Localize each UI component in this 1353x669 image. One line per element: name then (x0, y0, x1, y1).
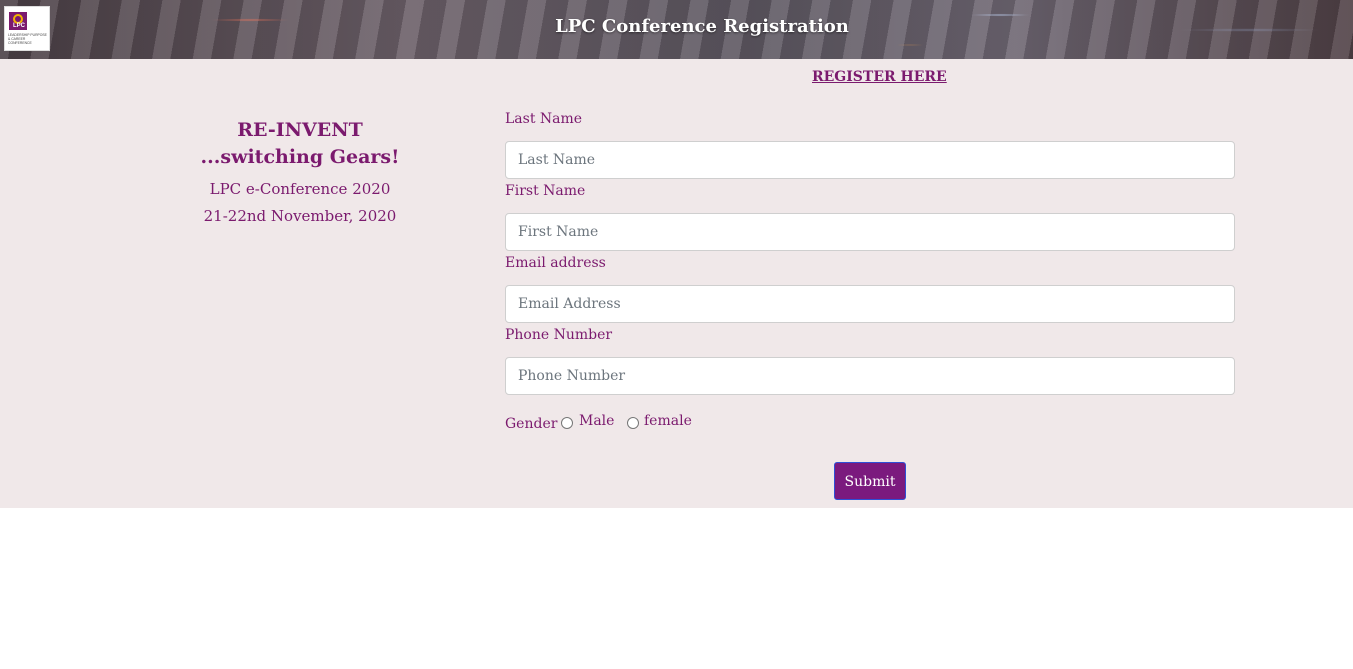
phone-label: Phone Number (505, 327, 613, 343)
last-name-label: Last Name (505, 111, 583, 127)
phone-input[interactable] (505, 357, 1235, 395)
last-name-input[interactable] (505, 141, 1235, 179)
email-label: Email address (505, 255, 606, 271)
header-banner: LPC Leadership Purpose & Career Conferen… (0, 0, 1353, 59)
event-heading-line1: RE-INVENT (237, 119, 363, 141)
submit-button[interactable]: Submit (834, 462, 906, 500)
first-name-label: First Name (505, 183, 586, 199)
gender-label: Gender (505, 416, 558, 432)
email-input[interactable] (505, 285, 1235, 323)
gender-female-radio[interactable] (627, 417, 639, 429)
first-name-input[interactable] (505, 213, 1235, 251)
gender-female-label[interactable]: female (644, 413, 692, 429)
page-title: LPC Conference Registration (555, 16, 849, 37)
event-heading-line2: ...switching Gears! (200, 146, 400, 168)
event-info: RE-INVENT ...switching Gears! LPC e-Conf… (200, 117, 400, 230)
gender-male-radio[interactable] (561, 417, 573, 429)
gender-male-label[interactable]: Male (579, 413, 614, 429)
event-name: LPC e-Conference 2020 (209, 180, 391, 198)
register-here-link[interactable]: REGISTER HERE (812, 69, 947, 85)
event-dates: 21-22nd November, 2020 (203, 207, 397, 225)
main-content: REGISTER HERE RE-INVENT ...switching Gea… (0, 59, 1353, 508)
